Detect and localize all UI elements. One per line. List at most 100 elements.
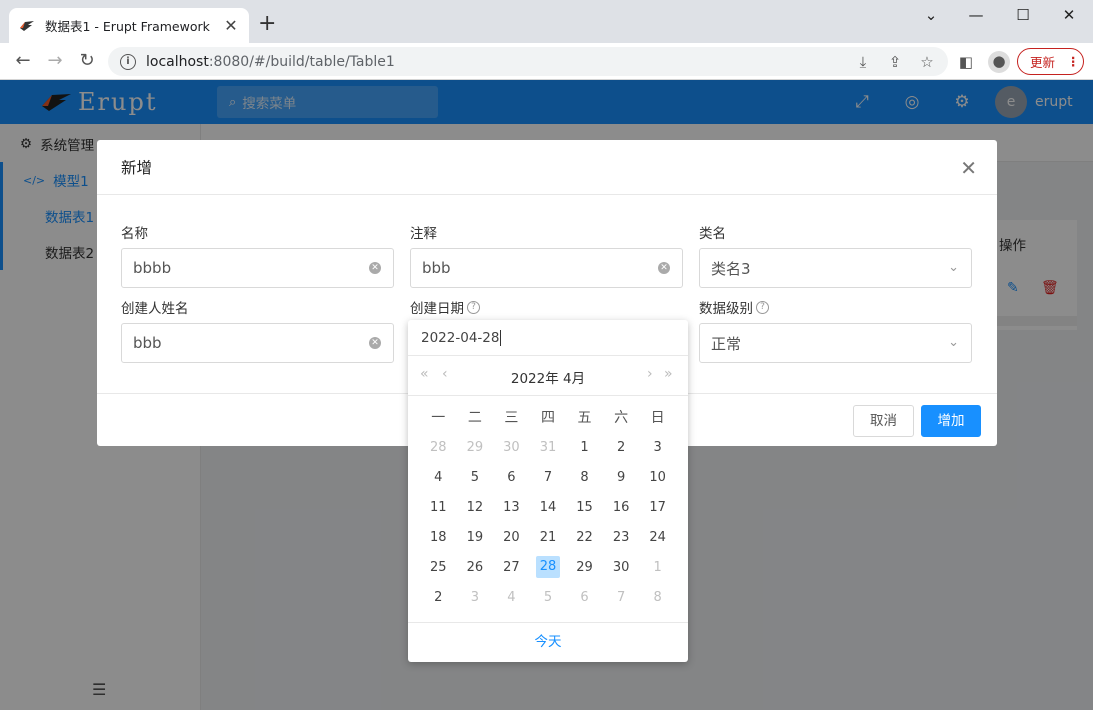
day-number: 5 bbox=[543, 589, 553, 605]
day-number: 12 bbox=[466, 499, 484, 515]
calendar-day[interactable]: 7 bbox=[530, 470, 567, 485]
calendar-day[interactable]: 6 bbox=[493, 470, 530, 485]
calendar-day[interactable]: 1 bbox=[639, 560, 676, 575]
help-icon[interactable]: ? bbox=[467, 300, 480, 314]
reload-icon[interactable]: ↻ bbox=[76, 50, 98, 72]
bookmark-star-icon[interactable]: ☆ bbox=[917, 52, 937, 72]
calendar-day[interactable]: 25 bbox=[420, 560, 457, 575]
calendar-day[interactable]: 28 bbox=[420, 440, 457, 455]
calendar-day[interactable]: 3 bbox=[457, 590, 494, 605]
calendar-day[interactable]: 29 bbox=[566, 560, 603, 575]
calendar-day[interactable]: 29 bbox=[457, 440, 494, 455]
calendar-day[interactable]: 17 bbox=[639, 500, 676, 515]
calendar-day[interactable]: 16 bbox=[603, 500, 640, 515]
calendar-day[interactable]: 3 bbox=[639, 440, 676, 455]
close-window-icon[interactable]: ✕ bbox=[1054, 6, 1084, 26]
new-tab-icon[interactable]: + bbox=[258, 12, 276, 36]
install-icon[interactable]: ⤓ bbox=[853, 52, 873, 72]
name-input[interactable]: bbbb ✕ bbox=[121, 248, 394, 288]
calendar-day[interactable]: 12 bbox=[457, 500, 494, 515]
creator-input[interactable]: bbb ✕ bbox=[121, 323, 394, 363]
site-info-icon[interactable]: i bbox=[120, 53, 136, 70]
browser-tab[interactable]: 数据表1 - Erupt Framework ✕ bbox=[9, 8, 249, 43]
next-year-icon[interactable]: » bbox=[664, 366, 673, 382]
close-tab-icon[interactable]: ✕ bbox=[223, 16, 239, 35]
calendar-day[interactable]: 6 bbox=[566, 590, 603, 605]
calendar-day[interactable]: 7 bbox=[603, 590, 640, 605]
calendar-day[interactable]: 27 bbox=[493, 560, 530, 575]
calendar-day[interactable]: 11 bbox=[420, 500, 457, 515]
clear-icon[interactable]: ✕ bbox=[369, 262, 381, 274]
help-icon[interactable]: ? bbox=[756, 300, 769, 314]
calendar-day[interactable]: 8 bbox=[566, 470, 603, 485]
name-label: 名称 bbox=[121, 226, 148, 242]
day-number: 30 bbox=[612, 559, 630, 575]
calendar-day[interactable]: 4 bbox=[420, 470, 457, 485]
calendar-day[interactable]: 19 bbox=[457, 530, 494, 545]
calendar-day[interactable]: 18 bbox=[420, 530, 457, 545]
chevron-down-icon[interactable]: ⌄ bbox=[916, 6, 946, 26]
calendar-day[interactable]: 8 bbox=[639, 590, 676, 605]
day-number: 6 bbox=[507, 469, 516, 485]
calendar-day[interactable]: 13 bbox=[493, 500, 530, 515]
back-icon[interactable]: ← bbox=[12, 50, 34, 72]
calendar-day[interactable]: 15 bbox=[566, 500, 603, 515]
calendar-day[interactable]: 22 bbox=[566, 530, 603, 545]
calendar-day[interactable]: 30 bbox=[603, 560, 640, 575]
today-button[interactable]: 今天 bbox=[408, 622, 688, 662]
minimize-icon[interactable]: — bbox=[961, 6, 991, 26]
day-number: 26 bbox=[466, 559, 484, 575]
clear-icon[interactable]: ✕ bbox=[658, 262, 670, 274]
class-name-select[interactable]: 类名3 ⌄ bbox=[699, 248, 972, 288]
day-number: 18 bbox=[430, 529, 447, 545]
calendar-day[interactable]: 20 bbox=[493, 530, 530, 545]
address-bar[interactable]: i localhost:8080/#/build/table/Table1 bbox=[108, 47, 948, 76]
update-button[interactable]: 更新 ⋮ bbox=[1017, 48, 1084, 75]
calendar-day[interactable]: 14 bbox=[530, 500, 567, 515]
calendar-day[interactable]: 2 bbox=[603, 440, 640, 455]
day-number: 1 bbox=[580, 439, 589, 455]
cancel-button[interactable]: 取消 bbox=[853, 405, 914, 437]
chevron-down-icon: ⌄ bbox=[948, 335, 959, 350]
calendar-day-selected[interactable]: 28 bbox=[530, 556, 567, 578]
forward-icon[interactable]: → bbox=[44, 50, 66, 72]
calendar-day[interactable]: 24 bbox=[639, 530, 676, 545]
weekday-label: 四 bbox=[540, 410, 555, 426]
calendar-day[interactable]: 31 bbox=[530, 440, 567, 455]
weekday-label: 一 bbox=[431, 410, 446, 426]
url-host: localhost bbox=[146, 53, 209, 70]
calendar-day[interactable]: 1 bbox=[566, 440, 603, 455]
clear-icon[interactable]: ✕ bbox=[369, 337, 381, 349]
calendar-week-row: 11 12 13 14 15 16 17 bbox=[420, 492, 676, 522]
profile-icon[interactable]: ● bbox=[988, 51, 1010, 73]
calendar-day[interactable]: 5 bbox=[457, 470, 494, 485]
close-icon[interactable]: ✕ bbox=[960, 158, 977, 178]
month-label[interactable]: 2022年 4月 bbox=[408, 367, 688, 387]
day-number: 11 bbox=[430, 499, 447, 515]
maximize-icon[interactable]: ☐ bbox=[1008, 6, 1038, 26]
share-icon[interactable]: ⇪ bbox=[885, 52, 905, 72]
comment-input[interactable]: bbb ✕ bbox=[410, 248, 683, 288]
next-month-icon[interactable]: › bbox=[647, 366, 653, 382]
calendar-day[interactable]: 26 bbox=[457, 560, 494, 575]
weekday-label: 六 bbox=[614, 410, 629, 426]
calendar-day[interactable]: 9 bbox=[603, 470, 640, 485]
date-picker-dropdown: 2022-04-28 « ‹ 2022年 4月 › » 一二三四五六日 28 29… bbox=[408, 320, 688, 662]
calendar-day[interactable]: 21 bbox=[530, 530, 567, 545]
day-number: 10 bbox=[649, 469, 666, 485]
day-number: 2 bbox=[434, 589, 443, 605]
date-input[interactable]: 2022-04-28 bbox=[408, 320, 688, 356]
side-panel-icon[interactable]: ◧ bbox=[956, 52, 976, 72]
level-select[interactable]: 正常 ⌄ bbox=[699, 323, 972, 363]
day-number: 21 bbox=[539, 529, 557, 545]
calendar-day[interactable]: 10 bbox=[639, 470, 676, 485]
calendar-day[interactable]: 5 bbox=[530, 590, 567, 605]
calendar-day[interactable]: 4 bbox=[493, 590, 530, 605]
calendar-grid: 一二三四五六日 28 29 30 31 1 2 3 4 5 6 7 8 9 10 11 12 13 14 15 16 1… bbox=[420, 402, 676, 612]
add-button[interactable]: 增加 bbox=[921, 405, 981, 437]
browser-tab-bar: 数据表1 - Erupt Framework ✕ + ⌄ — ☐ ✕ bbox=[0, 0, 1093, 43]
calendar-day[interactable]: 2 bbox=[420, 590, 457, 605]
calendar-day[interactable]: 23 bbox=[603, 530, 640, 545]
day-number: 6 bbox=[580, 589, 589, 605]
calendar-day[interactable]: 30 bbox=[493, 440, 530, 455]
